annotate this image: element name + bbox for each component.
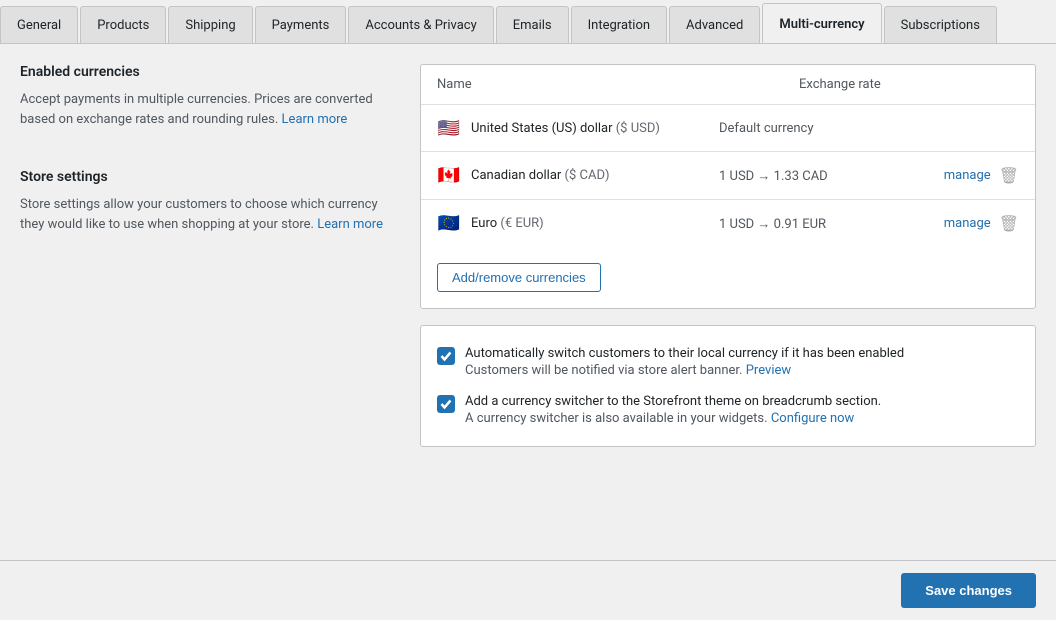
tab-accounts-privacy[interactable]: Accounts & Privacy (348, 6, 493, 43)
auto-switch-text: Automatically switch customers to their … (465, 346, 1019, 378)
usd-name: United States (US) dollar ($ USD) (471, 121, 719, 136)
currency-switcher-row: Add a currency switcher to the Storefron… (437, 394, 1019, 426)
tab-general[interactable]: General (0, 6, 78, 43)
currencies-panel: Name Exchange rate 🇺🇸 United States (US)… (420, 64, 1036, 309)
currency-row-cad: 🇨🇦 Canadian dollar ($ CAD) 1 USD → 1.33 … (421, 152, 1035, 200)
enabled-currencies-learn-more[interactable]: Learn more (282, 112, 348, 127)
auto-switch-checkbox[interactable] (437, 347, 455, 365)
tab-multi-currency[interactable]: Multi-currency (762, 3, 881, 43)
currency-row-usd: 🇺🇸 United States (US) dollar ($ USD) Def… (421, 105, 1035, 152)
store-settings-desc: Store settings allow your customers to c… (20, 195, 400, 234)
enabled-currencies-desc: Accept payments in multiple currencies. … (20, 90, 400, 129)
save-changes-button[interactable]: Save changes (901, 573, 1036, 608)
cad-actions: manage 🗑 (939, 166, 1019, 185)
eur-delete-icon[interactable]: 🗑 (999, 214, 1019, 233)
auto-switch-label: Automatically switch customers to their … (465, 346, 1019, 361)
eur-manage-link[interactable]: manage (944, 216, 991, 231)
eur-rate: 1 USD → 0.91 EUR (719, 216, 939, 232)
eur-flag: 🇪🇺 (437, 215, 461, 233)
store-settings-learn-more[interactable]: Learn more (317, 217, 383, 232)
currency-switcher-label: Add a currency switcher to the Storefron… (465, 394, 1019, 409)
enabled-currencies-title: Enabled currencies (20, 64, 400, 80)
tab-advanced[interactable]: Advanced (669, 6, 760, 43)
auto-switch-checkbox-wrapper (437, 347, 455, 365)
eur-actions: manage 🗑 (939, 214, 1019, 233)
tab-bar: General Products Shipping Payments Accou… (0, 0, 1056, 44)
currency-switcher-sub: A currency switcher is also available in… (465, 411, 854, 426)
currency-row-eur: 🇪🇺 Euro (€ EUR) 1 USD → 0.91 EUR manage … (421, 200, 1035, 247)
currency-switcher-text: Add a currency switcher to the Storefron… (465, 394, 1019, 426)
tab-products[interactable]: Products (80, 6, 166, 43)
cad-delete-icon[interactable]: 🗑 (999, 166, 1019, 185)
tab-payments[interactable]: Payments (255, 6, 347, 43)
main-content: Enabled currencies Accept payments in mu… (0, 44, 1056, 507)
cad-manage-link[interactable]: manage (944, 168, 991, 183)
auto-switch-sub: Customers will be notified via store ale… (465, 363, 791, 378)
auto-switch-preview-link[interactable]: Preview (746, 363, 791, 378)
currency-switcher-checkbox-wrapper (437, 395, 455, 413)
usd-rate: Default currency (719, 121, 939, 136)
eur-code: (€ EUR) (500, 216, 543, 231)
currency-table: Name Exchange rate 🇺🇸 United States (US)… (421, 65, 1035, 247)
store-settings-section: Store settings Store settings allow your… (20, 169, 400, 234)
eur-name: Euro (€ EUR) (471, 216, 719, 231)
sidebar: Enabled currencies Accept payments in mu… (20, 64, 400, 447)
cad-code: ($ CAD) (565, 168, 610, 183)
add-remove-currencies-button[interactable]: Add/remove currencies (437, 263, 601, 292)
currency-table-header: Name Exchange rate (421, 65, 1035, 105)
currency-switcher-checkbox[interactable] (437, 395, 455, 413)
cad-flag: 🇨🇦 (437, 167, 461, 185)
cad-name: Canadian dollar ($ CAD) (471, 168, 719, 183)
cad-rate: 1 USD → 1.33 CAD (719, 168, 939, 184)
tab-shipping[interactable]: Shipping (168, 6, 252, 43)
configure-now-link[interactable]: Configure now (771, 411, 855, 426)
enabled-currencies-section: Enabled currencies Accept payments in mu… (20, 64, 400, 129)
footer: Save changes (0, 560, 1056, 620)
settings-checkboxes: Automatically switch customers to their … (421, 326, 1035, 446)
tab-integration[interactable]: Integration (571, 6, 667, 43)
tab-subscriptions[interactable]: Subscriptions (884, 6, 997, 43)
auto-switch-row: Automatically switch customers to their … (437, 346, 1019, 378)
tab-emails[interactable]: Emails (496, 6, 569, 43)
col-name-header: Name (437, 77, 799, 92)
usd-flag: 🇺🇸 (437, 119, 461, 137)
store-settings-panel: Automatically switch customers to their … (420, 325, 1036, 447)
store-settings-title: Store settings (20, 169, 400, 185)
col-rate-header: Exchange rate (799, 77, 1019, 92)
usd-code: ($ USD) (616, 121, 660, 136)
